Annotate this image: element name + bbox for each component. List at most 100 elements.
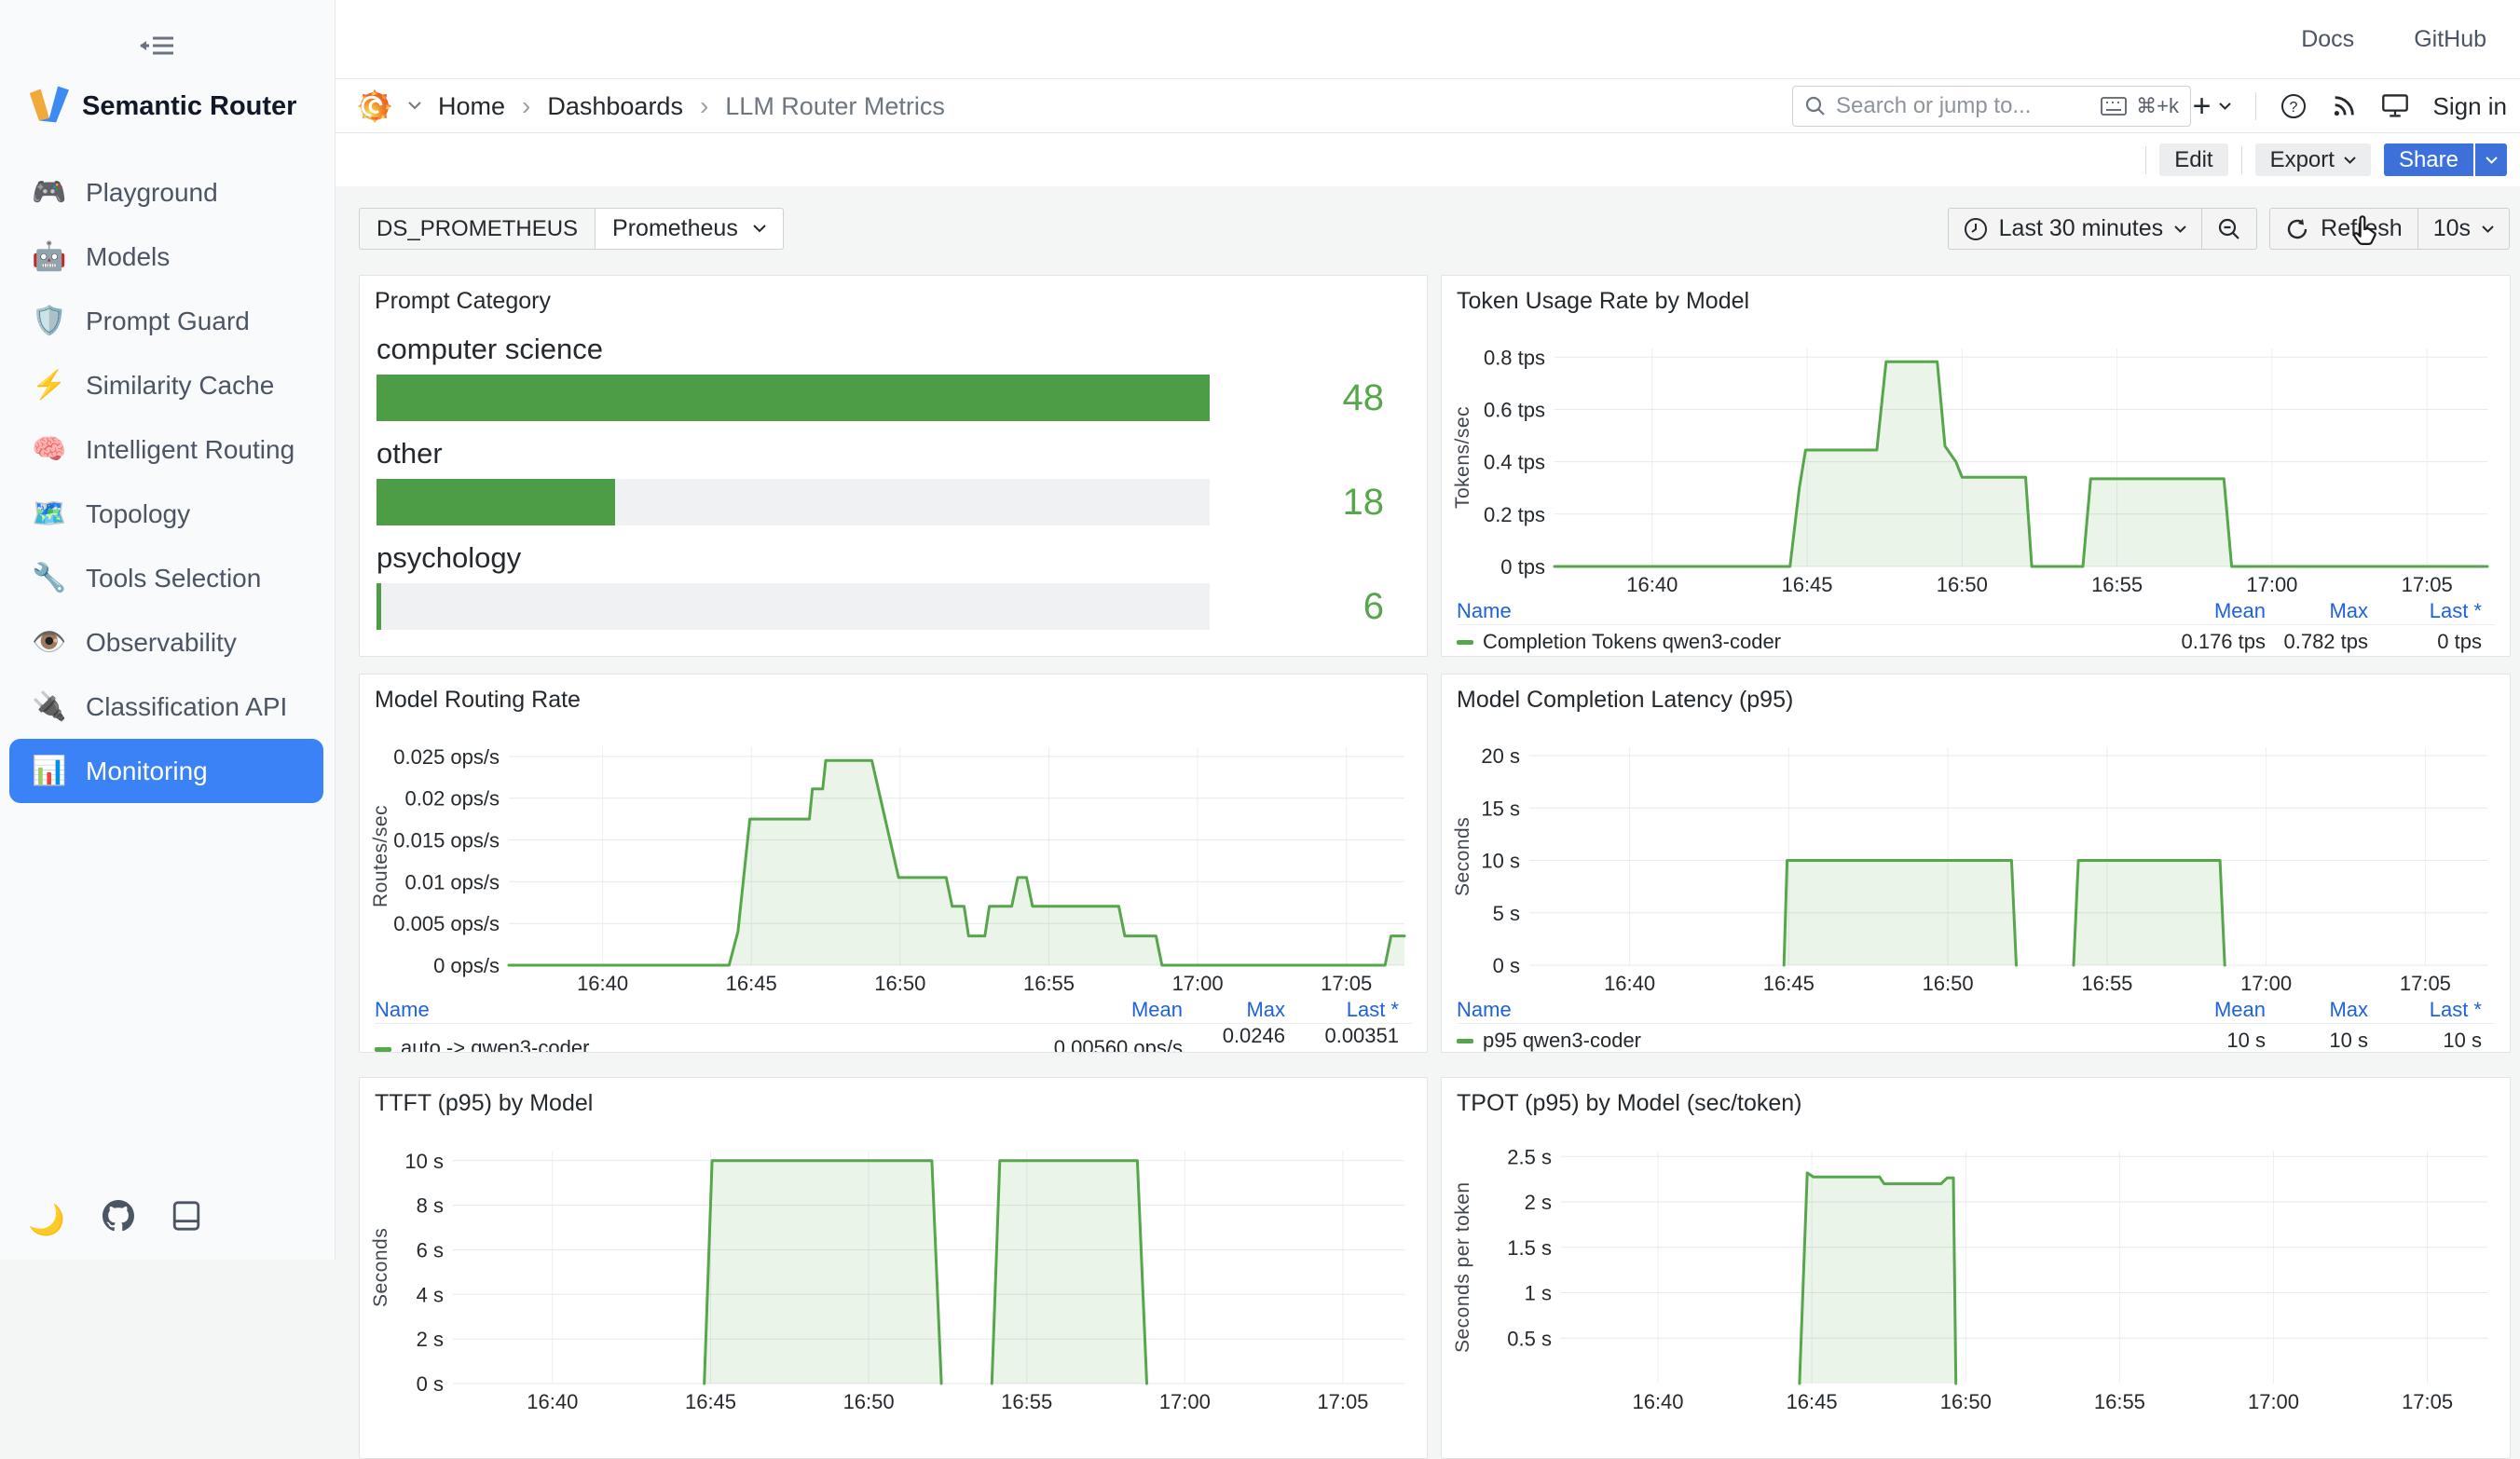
help-icon[interactable]: ? [2280,93,2307,119]
bar-gauge-category: other [377,437,1410,470]
docs-book-icon[interactable] [171,1200,201,1239]
refresh-button[interactable]: Refresh [2270,209,2417,249]
sidebar-item-classification-api[interactable]: 🔌 Classification API [9,675,323,739]
edit-button[interactable]: Edit [2159,143,2227,176]
sidebar-item-similarity-cache[interactable]: ⚡Similarity Cache [9,353,323,417]
theme-toggle-moon-icon[interactable]: 🌙 [28,1202,65,1237]
sidebar-item-label: Prompt Guard [86,307,250,336]
panel-title[interactable]: Model Completion Latency (p95) [1442,675,1808,716]
timeseries-chart: 16:4016:4516:5016:5517:0017:050 s2 s4 s6… [375,1119,1412,1413]
svg-text:16:55: 16:55 [2091,573,2143,596]
sidebar-item-playground[interactable]: 🎮Playground [9,160,323,225]
sidebar-item-prompt-guard[interactable]: 🛡️Prompt Guard [9,289,323,353]
refresh-interval-select[interactable]: 10s [2417,209,2509,249]
sidebar-item-label: Topology [86,499,190,529]
refresh-icon [2285,217,2309,241]
sidebar-item-label: Observability [86,628,237,658]
sidebar-item-models[interactable]: 🤖Models [9,225,323,289]
share-button[interactable]: Share [2384,143,2473,176]
legend-header-mean[interactable]: Mean [1024,998,1183,1022]
bar-gauge: computer science48other18psychology6comp… [360,333,1427,657]
org-switcher-caret-icon[interactable] [408,98,421,115]
legend-header-max[interactable]: Max [2266,599,2368,623]
sidebar-item-label: Monitoring [86,757,208,786]
sign-in-button[interactable]: Sign in [2433,92,2508,121]
refresh-group: Refresh 10s [2269,208,2510,250]
legend-series-name[interactable]: auto -> qwen3-coder [375,1036,1024,1053]
svg-text:0 ops/s: 0 ops/s [433,954,500,977]
legend-header-name[interactable]: Name [1457,998,2107,1022]
breadcrumb-current: LLM Router Metrics [725,92,945,121]
legend-series-name[interactable]: Completion Tokens qwen3-coder [1457,630,2107,654]
legend-header-mean[interactable]: Mean [2107,599,2266,623]
legend-header-max[interactable]: Max [1183,998,1285,1022]
time-range-group: Last 30 minutes [1948,208,2258,250]
legend-value: 0.782 tps [2266,630,2368,654]
panel-title[interactable]: Prompt Category [360,276,566,317]
datasource-select[interactable]: Prometheus [596,208,784,250]
panel-title[interactable]: Model Routing Rate [360,675,596,716]
bar-gauge-category: psychology [377,541,1410,575]
sidebar-item-label: Classification API [86,692,287,722]
sidebar-item-tools-selection[interactable]: 🔧Tools Selection [9,546,323,610]
svg-text:15 s: 15 s [1481,797,1520,820]
svg-text:2.5 s: 2.5 s [1507,1145,1552,1168]
share-menu-caret[interactable] [2475,143,2507,176]
sidebar-item-observability[interactable]: 👁️Observability [9,610,323,675]
panel-title[interactable]: Token Usage Rate by Model [1442,276,1764,317]
svg-text:1 s: 1 s [1525,1282,1552,1305]
legend-header-last[interactable]: Last * [2368,599,2482,623]
zoom-out-button[interactable] [2201,209,2256,249]
news-rss-icon[interactable] [2331,93,2357,119]
bar-gauge-fill [377,479,615,525]
svg-text:10 s: 10 s [1481,850,1520,873]
legend-item[interactable]: other [585,656,658,657]
panel-title[interactable]: TTFT (p95) by Model [360,1078,608,1119]
topbar-link-github[interactable]: GitHub [2414,26,2486,53]
keyboard-icon [2101,97,2127,116]
topbar-link-docs[interactable]: Docs [2301,26,2354,53]
svg-text:0 tps: 0 tps [1500,555,1545,579]
add-new-button[interactable]: + [2193,89,2231,125]
bar-gauge-row: other18 [375,437,1412,525]
legend-header-mean[interactable]: Mean [2107,998,2266,1022]
bar-gauge-value: 48 [1210,377,1410,419]
search-input[interactable]: Search or jump to... ⌘+k [1792,86,2191,127]
svg-text:4 s: 4 s [417,1283,444,1306]
sidebar-item-intelligent-routing[interactable]: 🧠Intelligent Routing [9,417,323,482]
svg-text:17:00: 17:00 [2248,1390,2299,1413]
grafana-logo-icon[interactable] [358,89,391,123]
legend-header-last[interactable]: Last * [2368,998,2482,1022]
svg-text:16:45: 16:45 [1787,1390,1838,1413]
breadcrumb-home[interactable]: Home [438,92,505,121]
legend-header-max[interactable]: Max [2266,998,2368,1022]
sidebar-footer: 🌙 [28,1200,201,1239]
bar-gauge-track [377,479,1210,525]
export-button[interactable]: Export [2255,143,2371,176]
svg-text:0.025 ops/s: 0.025 ops/s [393,745,500,769]
time-range-picker[interactable]: Last 30 minutes [1949,209,2202,249]
breadcrumb-dashboards[interactable]: Dashboards [547,92,683,121]
timeseries-chart: 16:4016:4516:5016:5517:0017:050 s5 s10 s… [1457,716,2495,995]
legend-header-last[interactable]: Last * [1285,998,1399,1022]
legend-header-name[interactable]: Name [1457,599,2107,623]
legend-series-name[interactable]: p95 qwen3-coder [1457,1029,2107,1053]
sidebar-item-monitoring[interactable]: 📊Monitoring [9,739,323,803]
svg-text:16:45: 16:45 [1763,972,1815,995]
legend-header-name[interactable]: Name [375,998,1024,1022]
svg-text:6 s: 6 s [417,1239,444,1262]
app-topbar: Docs GitHub [336,0,2520,79]
svg-text:0.5 s: 0.5 s [1507,1327,1552,1350]
classification-api-icon: 🔌 [32,690,67,723]
panel-legend: computer science other psychology [375,656,1412,657]
monitor-icon[interactable] [2381,93,2409,119]
panel-title[interactable]: TPOT (p95) by Model (sec/token) [1442,1078,1817,1119]
brand[interactable]: Semantic Router [26,84,296,130]
svg-text:0.2 tps: 0.2 tps [1484,503,1545,526]
github-icon[interactable] [103,1200,134,1239]
collapse-sidebar-icon[interactable] [140,32,177,64]
legend-item[interactable]: computer science [375,656,561,657]
legend-item[interactable]: psychology [683,656,812,657]
svg-text:17:05: 17:05 [2402,1390,2453,1413]
sidebar-item-topology[interactable]: 🗺️Topology [9,482,323,546]
